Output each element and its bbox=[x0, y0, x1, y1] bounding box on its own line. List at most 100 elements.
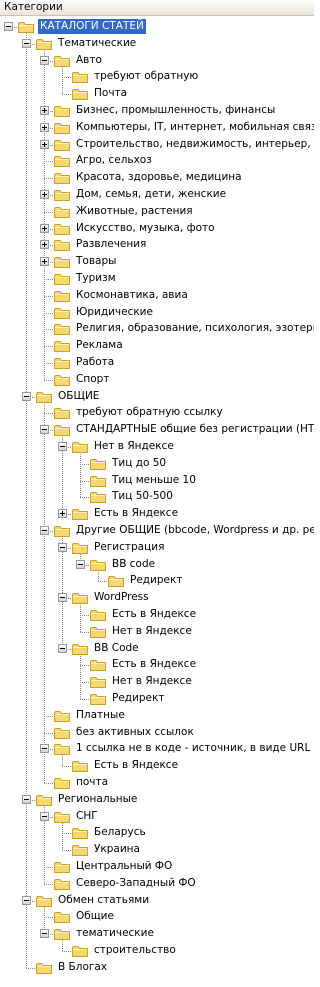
expand-toggle-icon[interactable] bbox=[40, 123, 49, 132]
tree-item-label[interactable]: Украина bbox=[92, 842, 142, 857]
tree-item-label[interactable]: Строительство, недвижимость, интерьер, м… bbox=[74, 137, 314, 152]
tree-connector-line bbox=[98, 569, 99, 581]
expand-toggle-icon[interactable] bbox=[40, 744, 49, 753]
expand-toggle-icon[interactable] bbox=[58, 442, 67, 451]
tree-item-label[interactable]: требуют обратную ссылку bbox=[74, 405, 225, 420]
tree-item-label[interactable]: Есть в Яндексе bbox=[110, 607, 198, 622]
tree-item-label[interactable]: КАТАЛОГИ СТАТЕЙ bbox=[38, 19, 146, 34]
folder-icon bbox=[54, 878, 70, 890]
tree-item-label[interactable]: Редирект bbox=[110, 691, 166, 706]
tree-item-label[interactable]: BB Code bbox=[92, 641, 141, 656]
expand-toggle-icon[interactable] bbox=[4, 22, 13, 31]
tree-connector-line bbox=[44, 379, 53, 381]
tree-item-label[interactable]: Другие ОБЩИЕ (bbcode, Wordpress и др. ре… bbox=[74, 523, 314, 538]
category-tree[interactable]: КАТАЛОГИ СТАТЕЙ Тематические Авто требуют о… bbox=[0, 18, 314, 987]
folder-icon bbox=[54, 727, 70, 739]
folder-icon bbox=[54, 928, 70, 940]
expand-toggle-icon[interactable] bbox=[58, 644, 67, 653]
tree-item-label[interactable]: Тиц до 50 bbox=[110, 456, 168, 471]
tree-item-label[interactable]: Тематические bbox=[56, 36, 138, 51]
tree-item-label[interactable]: Туризм bbox=[74, 271, 118, 286]
folder-icon bbox=[72, 542, 88, 554]
expand-toggle-icon[interactable] bbox=[40, 240, 49, 249]
tree-item-label[interactable]: Компьютеры, IT, интернет, мобильная связ… bbox=[74, 120, 314, 135]
tree-item-label[interactable]: Тиц меньше 10 bbox=[110, 473, 198, 488]
tree-item-label[interactable]: Есть в Яндексе bbox=[110, 657, 198, 672]
tree-item-label[interactable]: Нет в Яндексе bbox=[110, 674, 194, 689]
tree-item-label[interactable]: Платные bbox=[74, 708, 127, 723]
folder-icon bbox=[72, 441, 88, 453]
expand-toggle-icon[interactable] bbox=[40, 425, 49, 434]
folder-icon bbox=[54, 424, 70, 436]
expand-toggle-icon[interactable] bbox=[40, 224, 49, 233]
tree-item-label[interactable]: BB code bbox=[110, 557, 157, 572]
folder-icon bbox=[36, 895, 52, 907]
tree-item-label[interactable]: В Блогах bbox=[56, 960, 109, 975]
tree-item-label[interactable]: требуют обратную bbox=[92, 69, 200, 84]
tree-item-label[interactable]: Товары bbox=[74, 254, 118, 269]
tree-connector-line bbox=[62, 938, 63, 951]
tree-item-label[interactable]: Авто bbox=[74, 53, 104, 68]
tree-item-label[interactable]: Юридические bbox=[74, 305, 155, 320]
folder-icon bbox=[90, 693, 106, 705]
tree-item-label[interactable]: Тиц 50-500 bbox=[110, 489, 175, 504]
expand-toggle-icon[interactable] bbox=[22, 795, 31, 804]
tree-item-label[interactable]: Спорт bbox=[74, 372, 111, 387]
expand-toggle-icon[interactable] bbox=[76, 560, 85, 569]
expand-toggle-icon[interactable] bbox=[40, 929, 49, 938]
tree-item-label[interactable]: Бизнес, промышленность, финансы bbox=[74, 103, 277, 118]
tree-connector-line bbox=[80, 698, 89, 700]
tree-item-label[interactable]: Редирект bbox=[128, 573, 184, 588]
expand-toggle-icon[interactable] bbox=[40, 257, 49, 266]
expand-toggle-icon[interactable] bbox=[22, 39, 31, 48]
tree-item-label[interactable]: ОБЩИЕ bbox=[56, 389, 101, 404]
expand-toggle-icon[interactable] bbox=[40, 140, 49, 149]
tree-item-label[interactable]: Регистрация bbox=[92, 540, 166, 555]
tree-item-label[interactable]: Развлечения bbox=[74, 237, 148, 252]
folder-icon bbox=[54, 273, 70, 285]
tree-item-label[interactable]: Общие bbox=[74, 909, 116, 924]
tree-item-label[interactable]: Нет в Яндексе bbox=[92, 439, 176, 454]
folder-icon bbox=[90, 491, 106, 503]
expand-toggle-icon[interactable] bbox=[40, 526, 49, 535]
tree-connector-line bbox=[44, 278, 53, 280]
tree-item-label[interactable]: Обмен статьями bbox=[56, 893, 151, 908]
tree-item-label[interactable]: Реклама bbox=[74, 338, 125, 353]
tree-item-label[interactable]: Беларусь bbox=[92, 825, 148, 840]
tree-item-label[interactable]: без активных ссылок bbox=[74, 725, 196, 740]
tree-item-label[interactable]: Почта bbox=[92, 86, 129, 101]
tree-item-label[interactable]: Есть в Яндексе bbox=[92, 506, 180, 521]
tree-connector-line bbox=[80, 480, 89, 482]
tree-item-label[interactable]: Нет в Яндексе bbox=[110, 624, 194, 639]
tree-item-label[interactable]: Работа bbox=[74, 355, 116, 370]
tree-item-label[interactable]: 1 ссылка не в коде - источник, в виде UR… bbox=[74, 741, 312, 756]
expand-toggle-icon[interactable] bbox=[40, 812, 49, 821]
tree-item-label[interactable]: Красота, здоровье, медицина bbox=[74, 170, 244, 185]
tree-item-label[interactable]: Дом, семья, дети, женские bbox=[74, 187, 228, 202]
tree-connector-line bbox=[44, 732, 53, 734]
tree-item-label[interactable]: СНГ bbox=[74, 809, 100, 824]
tree-item-label[interactable]: Агро, сельхоз bbox=[74, 153, 154, 168]
tree-item-label[interactable]: Искусство, музыка, фото bbox=[74, 221, 217, 236]
tree-item-label[interactable]: почта bbox=[74, 775, 110, 790]
expand-toggle-icon[interactable] bbox=[40, 106, 49, 115]
expand-toggle-icon[interactable] bbox=[58, 509, 67, 518]
tree-item-label[interactable]: Региональные bbox=[56, 792, 139, 807]
tree-item-label[interactable]: WordPress bbox=[92, 590, 151, 605]
expand-toggle-icon[interactable] bbox=[58, 543, 67, 552]
expand-toggle-icon[interactable] bbox=[22, 392, 31, 401]
expand-toggle-icon[interactable] bbox=[40, 190, 49, 199]
tree-item-label[interactable]: строительство bbox=[92, 943, 178, 958]
tree-connector-line bbox=[44, 345, 53, 347]
tree-item-label[interactable]: Центральный ФО bbox=[74, 859, 174, 874]
tree-item-label[interactable]: Космонавтика, авиа bbox=[74, 288, 190, 303]
expand-toggle-icon[interactable] bbox=[40, 56, 49, 65]
tree-item-label[interactable]: Религия, образование, психология, эзотер… bbox=[74, 321, 314, 336]
expand-toggle-icon[interactable] bbox=[22, 896, 31, 905]
tree-item-label[interactable]: Есть в Яндексе bbox=[92, 758, 180, 773]
tree-item-label[interactable]: Животные, растения bbox=[74, 204, 195, 219]
tree-item-label[interactable]: Северо-Западный ФО bbox=[74, 876, 198, 891]
tree-item-label[interactable]: тематические bbox=[74, 926, 156, 941]
tree-item-label[interactable]: СТАНДАРТНЫЕ общие без регистрации (HTML) bbox=[74, 422, 314, 437]
expand-toggle-icon[interactable] bbox=[58, 593, 67, 602]
